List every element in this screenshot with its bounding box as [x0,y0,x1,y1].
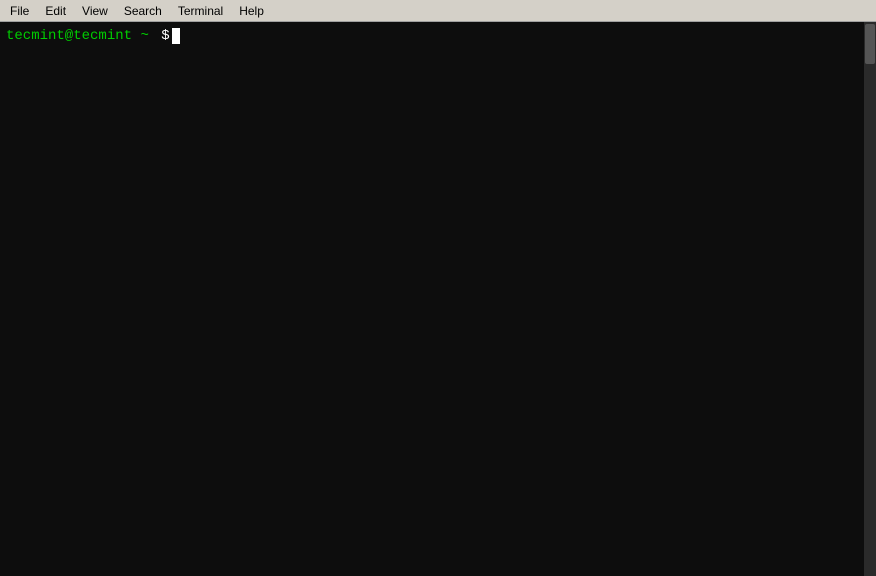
prompt-line: tecmint@tecmint ~ $ [6,26,870,46]
terminal-area[interactable]: tecmint@tecmint ~ $ [0,22,876,576]
menubar: File Edit View Search Terminal Help [0,0,876,22]
menu-file[interactable]: File [2,0,37,21]
prompt-symbol: $ [161,26,169,46]
menu-edit[interactable]: Edit [37,0,74,21]
menu-terminal[interactable]: Terminal [170,0,231,21]
scrollbar[interactable] [864,22,876,576]
scrollbar-thumb[interactable] [865,24,875,64]
menu-help[interactable]: Help [231,0,272,21]
terminal-cursor [172,28,180,44]
menu-view[interactable]: View [74,0,116,21]
menu-search[interactable]: Search [116,0,170,21]
prompt-user-host: tecmint@tecmint [6,26,132,46]
prompt-path: ~ [132,26,157,46]
